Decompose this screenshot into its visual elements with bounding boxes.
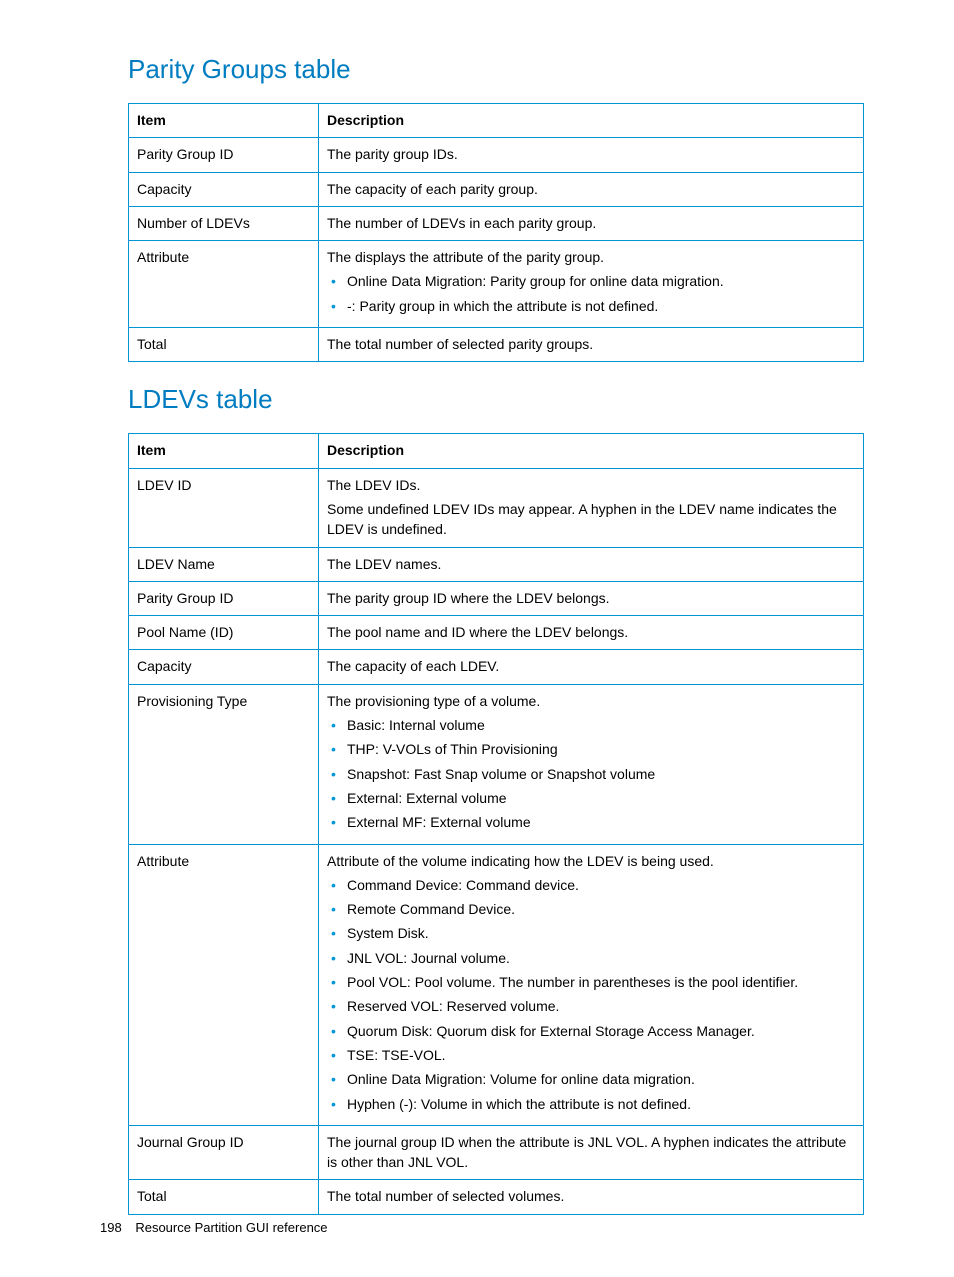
cell-desc-intro: The provisioning type of a volume.: [327, 691, 855, 711]
cell-desc: The number of LDEVs in each parity group…: [319, 206, 864, 240]
bullet-list: Online Data Migration: Parity group for …: [327, 271, 855, 316]
list-item: System Disk.: [327, 923, 855, 943]
table-row: Attribute The displays the attribute of …: [129, 241, 864, 328]
cell-desc: The total number of selected volumes.: [319, 1180, 864, 1214]
cell-item: Total: [129, 328, 319, 362]
cell-desc: The LDEV names.: [319, 547, 864, 581]
table-row: LDEV ID The LDEV IDs. Some undefined LDE…: [129, 468, 864, 547]
table-row: Journal Group ID The journal group ID wh…: [129, 1125, 864, 1180]
page-number: 198: [100, 1220, 122, 1235]
cell-item: Parity Group ID: [129, 138, 319, 172]
cell-item: Total: [129, 1180, 319, 1214]
cell-item: Capacity: [129, 650, 319, 684]
list-item: External: External volume: [327, 788, 855, 808]
table-row: LDEV Name The LDEV names.: [129, 547, 864, 581]
list-item: -: Parity group in which the attribute i…: [327, 296, 855, 316]
table-header-row: Item Description: [129, 104, 864, 138]
table-row: Total The total number of selected volum…: [129, 1180, 864, 1214]
list-item: Pool VOL: Pool volume. The number in par…: [327, 972, 855, 992]
cell-item: Provisioning Type: [129, 684, 319, 844]
table-row: Capacity The capacity of each LDEV.: [129, 650, 864, 684]
col-description: Description: [319, 434, 864, 468]
cell-desc-extra: Some undefined LDEV IDs may appear. A hy…: [327, 499, 855, 540]
cell-item: Parity Group ID: [129, 581, 319, 615]
table-parity-groups: Item Description Parity Group ID The par…: [128, 103, 864, 362]
page-footer: 198 Resource Partition GUI reference: [100, 1220, 328, 1235]
list-item: Online Data Migration: Parity group for …: [327, 271, 855, 291]
col-description: Description: [319, 104, 864, 138]
cell-desc: The parity group IDs.: [319, 138, 864, 172]
cell-desc-intro: Attribute of the volume indicating how t…: [327, 851, 855, 871]
table-row: Provisioning Type The provisioning type …: [129, 684, 864, 844]
cell-desc: The capacity of each LDEV.: [319, 650, 864, 684]
list-item: Online Data Migration: Volume for online…: [327, 1069, 855, 1089]
cell-item: LDEV Name: [129, 547, 319, 581]
cell-item: Capacity: [129, 172, 319, 206]
cell-desc-intro: The displays the attribute of the parity…: [327, 247, 855, 267]
col-item: Item: [129, 434, 319, 468]
cell-desc: The total number of selected parity grou…: [319, 328, 864, 362]
list-item: THP: V-VOLs of Thin Provisioning: [327, 739, 855, 759]
heading-parity-groups-table: Parity Groups table: [128, 54, 864, 85]
table-row: Pool Name (ID) The pool name and ID wher…: [129, 616, 864, 650]
cell-desc-line: The LDEV IDs.: [327, 475, 855, 495]
list-item: Hyphen (-): Volume in which the attribut…: [327, 1094, 855, 1114]
cell-item: Attribute: [129, 844, 319, 1125]
page: Parity Groups table Item Description Par…: [0, 0, 954, 1277]
list-item: TSE: TSE-VOL.: [327, 1045, 855, 1065]
table-row: Total The total number of selected parit…: [129, 328, 864, 362]
table-row: Parity Group ID The parity group IDs.: [129, 138, 864, 172]
cell-desc: The displays the attribute of the parity…: [319, 241, 864, 328]
cell-item: Pool Name (ID): [129, 616, 319, 650]
list-item: External MF: External volume: [327, 812, 855, 832]
cell-desc: The journal group ID when the attribute …: [319, 1125, 864, 1180]
footer-label: Resource Partition GUI reference: [135, 1220, 327, 1235]
list-item: JNL VOL: Journal volume.: [327, 948, 855, 968]
cell-item: Number of LDEVs: [129, 206, 319, 240]
cell-desc: The pool name and ID where the LDEV belo…: [319, 616, 864, 650]
list-item: Reserved VOL: Reserved volume.: [327, 996, 855, 1016]
cell-desc: The LDEV IDs. Some undefined LDEV IDs ma…: [319, 468, 864, 547]
col-item: Item: [129, 104, 319, 138]
list-item: Quorum Disk: Quorum disk for External St…: [327, 1021, 855, 1041]
table-row: Parity Group ID The parity group ID wher…: [129, 581, 864, 615]
cell-desc: The capacity of each parity group.: [319, 172, 864, 206]
table-row: Number of LDEVs The number of LDEVs in e…: [129, 206, 864, 240]
cell-item: Journal Group ID: [129, 1125, 319, 1180]
cell-desc: Attribute of the volume indicating how t…: [319, 844, 864, 1125]
cell-item: LDEV ID: [129, 468, 319, 547]
table-row: Capacity The capacity of each parity gro…: [129, 172, 864, 206]
heading-ldevs-table: LDEVs table: [128, 384, 864, 415]
list-item: Snapshot: Fast Snap volume or Snapshot v…: [327, 764, 855, 784]
list-item: Remote Command Device.: [327, 899, 855, 919]
cell-item: Attribute: [129, 241, 319, 328]
table-row: Attribute Attribute of the volume indica…: [129, 844, 864, 1125]
table-header-row: Item Description: [129, 434, 864, 468]
bullet-list: Basic: Internal volume THP: V-VOLs of Th…: [327, 715, 855, 832]
cell-desc: The parity group ID where the LDEV belon…: [319, 581, 864, 615]
bullet-list: Command Device: Command device. Remote C…: [327, 875, 855, 1114]
list-item: Command Device: Command device.: [327, 875, 855, 895]
cell-desc: The provisioning type of a volume. Basic…: [319, 684, 864, 844]
table-ldevs: Item Description LDEV ID The LDEV IDs. S…: [128, 433, 864, 1214]
list-item: Basic: Internal volume: [327, 715, 855, 735]
